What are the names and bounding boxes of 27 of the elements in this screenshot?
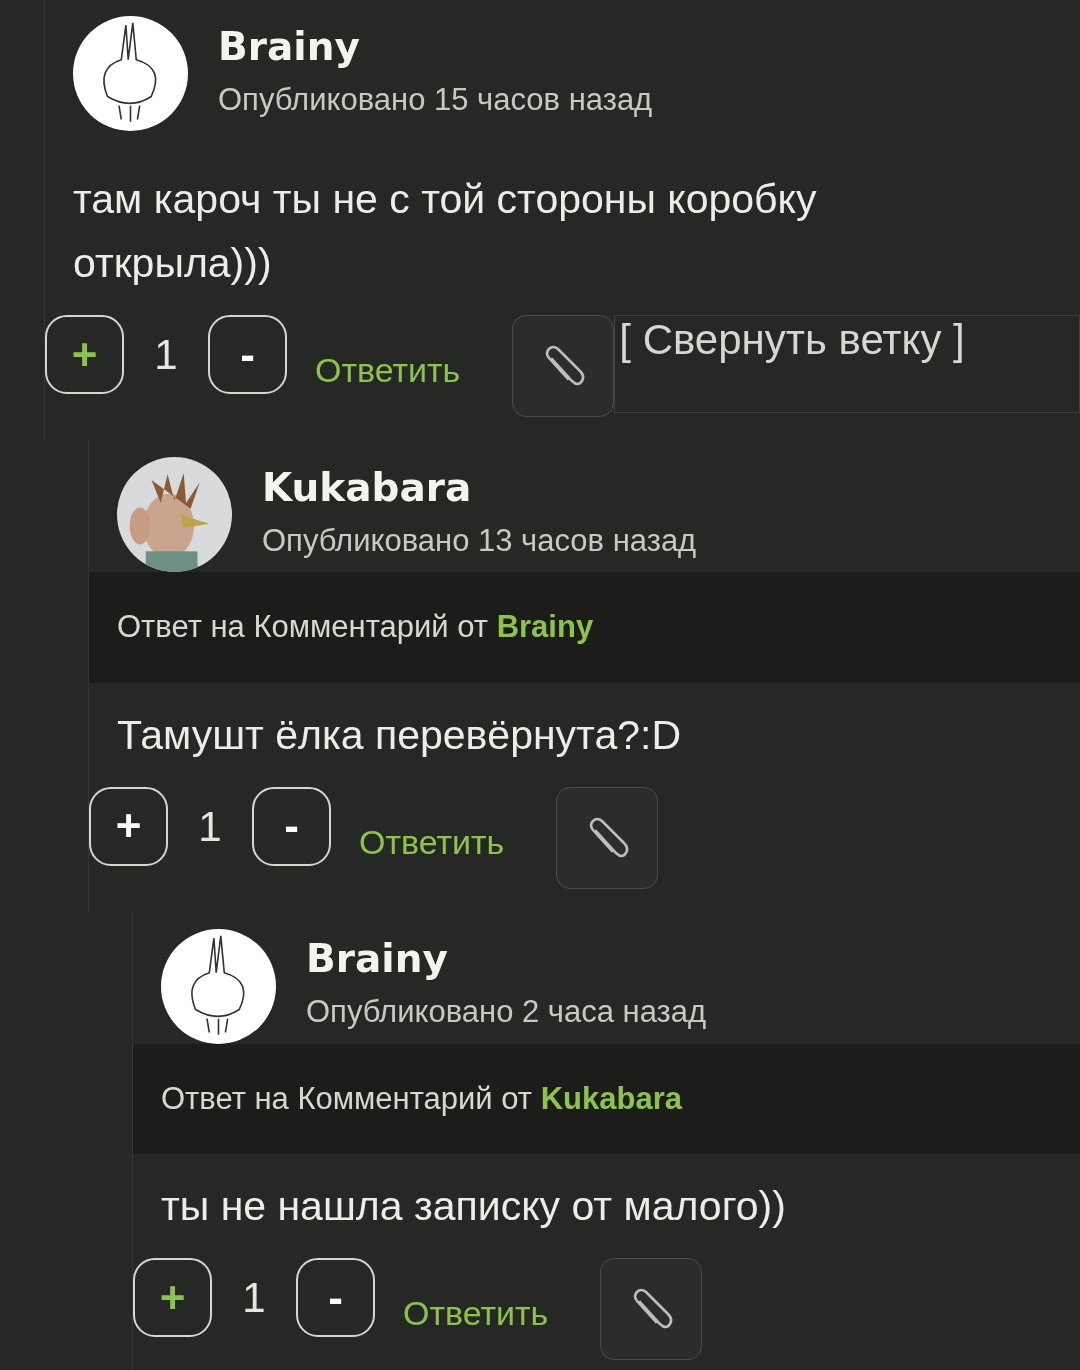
upvote-button[interactable]: + (133, 1258, 212, 1337)
reply-to-text: Ответ на Комментарий от Brainy (89, 572, 1080, 683)
author-name: Brainy (218, 23, 361, 71)
upvote-button[interactable]: + (45, 315, 124, 394)
comment-text: ты не нашла записку от малого)) (160, 1182, 787, 1231)
reply-link[interactable]: Ответить (403, 1288, 549, 1339)
author-name: Kukabara (262, 464, 473, 512)
attach-button[interactable] (556, 786, 659, 889)
reply-to-text: Ответ на Комментарий от Kukabara (133, 1043, 1080, 1154)
score-count: 1 (197, 801, 223, 852)
post-time: Опубликовано 13 часов назад (262, 521, 697, 560)
collapse-thread-button[interactable]: [ Свернуть ветку ] (614, 315, 1080, 413)
attach-button[interactable] (600, 1258, 703, 1360)
comment-text: Тамушт ёлка перевёрнута?:D (116, 710, 683, 760)
comment-text: там кароч ты не с той стороны коробку открыла))) (72, 175, 818, 288)
author-name: Brainy (306, 936, 449, 984)
attach-button[interactable] (512, 315, 615, 417)
post-time: Опубликовано 15 часов назад (218, 80, 653, 119)
downvote-button[interactable]: - (208, 315, 287, 394)
reply-link[interactable]: Ответить (315, 345, 461, 396)
upvote-button[interactable]: + (89, 786, 168, 866)
reply-link[interactable]: Ответить (359, 816, 505, 868)
score-count: 1 (153, 330, 179, 380)
score-count: 1 (241, 1273, 267, 1323)
post-time: Опубликовано 2 часа назад (306, 993, 707, 1032)
downvote-button[interactable]: - (296, 1258, 375, 1337)
downvote-button[interactable]: - (252, 786, 331, 866)
